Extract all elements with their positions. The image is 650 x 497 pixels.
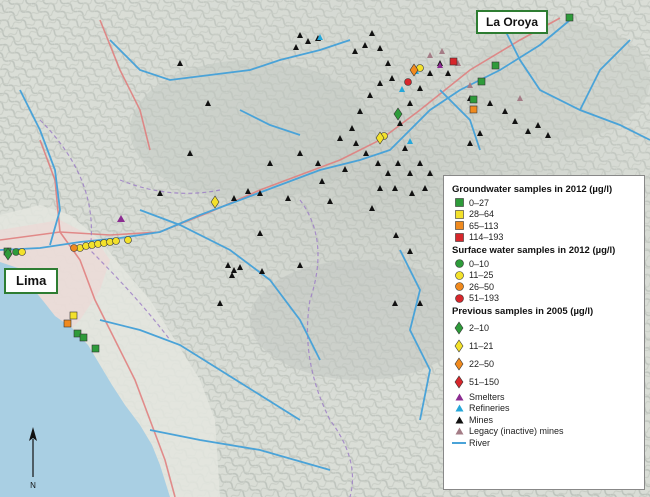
- legend-item: 51–150: [452, 373, 636, 391]
- map-legend: Groundwater samples in 2012 (µg/l) 0–27 …: [443, 175, 645, 490]
- legend-item: 65–113: [452, 220, 636, 232]
- smelter-triangle-icon: [452, 391, 466, 402]
- north-arrow-icon: N: [29, 427, 37, 490]
- refinery-triangle-icon: [452, 403, 466, 414]
- legend-item: River: [452, 437, 636, 449]
- green-square-icon: [452, 197, 466, 208]
- legend-item: 28–64: [452, 209, 636, 221]
- legacy-mine-triangle-icon: [452, 426, 466, 437]
- yellow-diamond-icon: [452, 339, 466, 353]
- green-circle-icon: [452, 258, 466, 269]
- yellow-square-icon: [452, 209, 466, 220]
- red-square-icon: [452, 232, 466, 243]
- city-label-la-oroya: La Oroya: [476, 10, 549, 34]
- legend-item: 0–10: [452, 258, 636, 270]
- orange-diamond-icon: [452, 357, 466, 371]
- river-line-icon: [452, 437, 466, 448]
- legend-item: 51–193: [452, 293, 636, 305]
- legend-item: Smelters: [452, 391, 636, 403]
- legend-item: 11–21: [452, 337, 636, 355]
- red-circle-icon: [452, 293, 466, 304]
- mine-triangle-icon: [452, 414, 466, 425]
- legend-item: 114–193: [452, 232, 636, 244]
- legend-item: Legacy (inactive) mines: [452, 426, 636, 438]
- legend-surface-title: Surface water samples in 2012 (µg/l): [452, 245, 616, 256]
- yellow-circle-icon: [452, 270, 466, 281]
- legend-item: Mines: [452, 414, 636, 426]
- legend-item: 2–10: [452, 319, 636, 337]
- green-diamond-icon: [452, 321, 466, 335]
- legend-previous-title: Previous samples in 2005 (µg/l): [452, 306, 594, 317]
- legend-item: Refineries: [452, 403, 636, 415]
- city-label-lima: Lima: [4, 268, 59, 294]
- red-diamond-icon: [452, 375, 466, 389]
- svg-text:N: N: [30, 481, 36, 490]
- orange-circle-icon: [452, 281, 466, 292]
- legend-item: 26–50: [452, 281, 636, 293]
- legend-item: 11–25: [452, 270, 636, 282]
- legend-item: 0–27: [452, 197, 636, 209]
- legend-item: 22–50: [452, 355, 636, 373]
- legend-groundwater-title: Groundwater samples in 2012 (µg/l): [452, 184, 613, 195]
- orange-square-icon: [452, 220, 466, 231]
